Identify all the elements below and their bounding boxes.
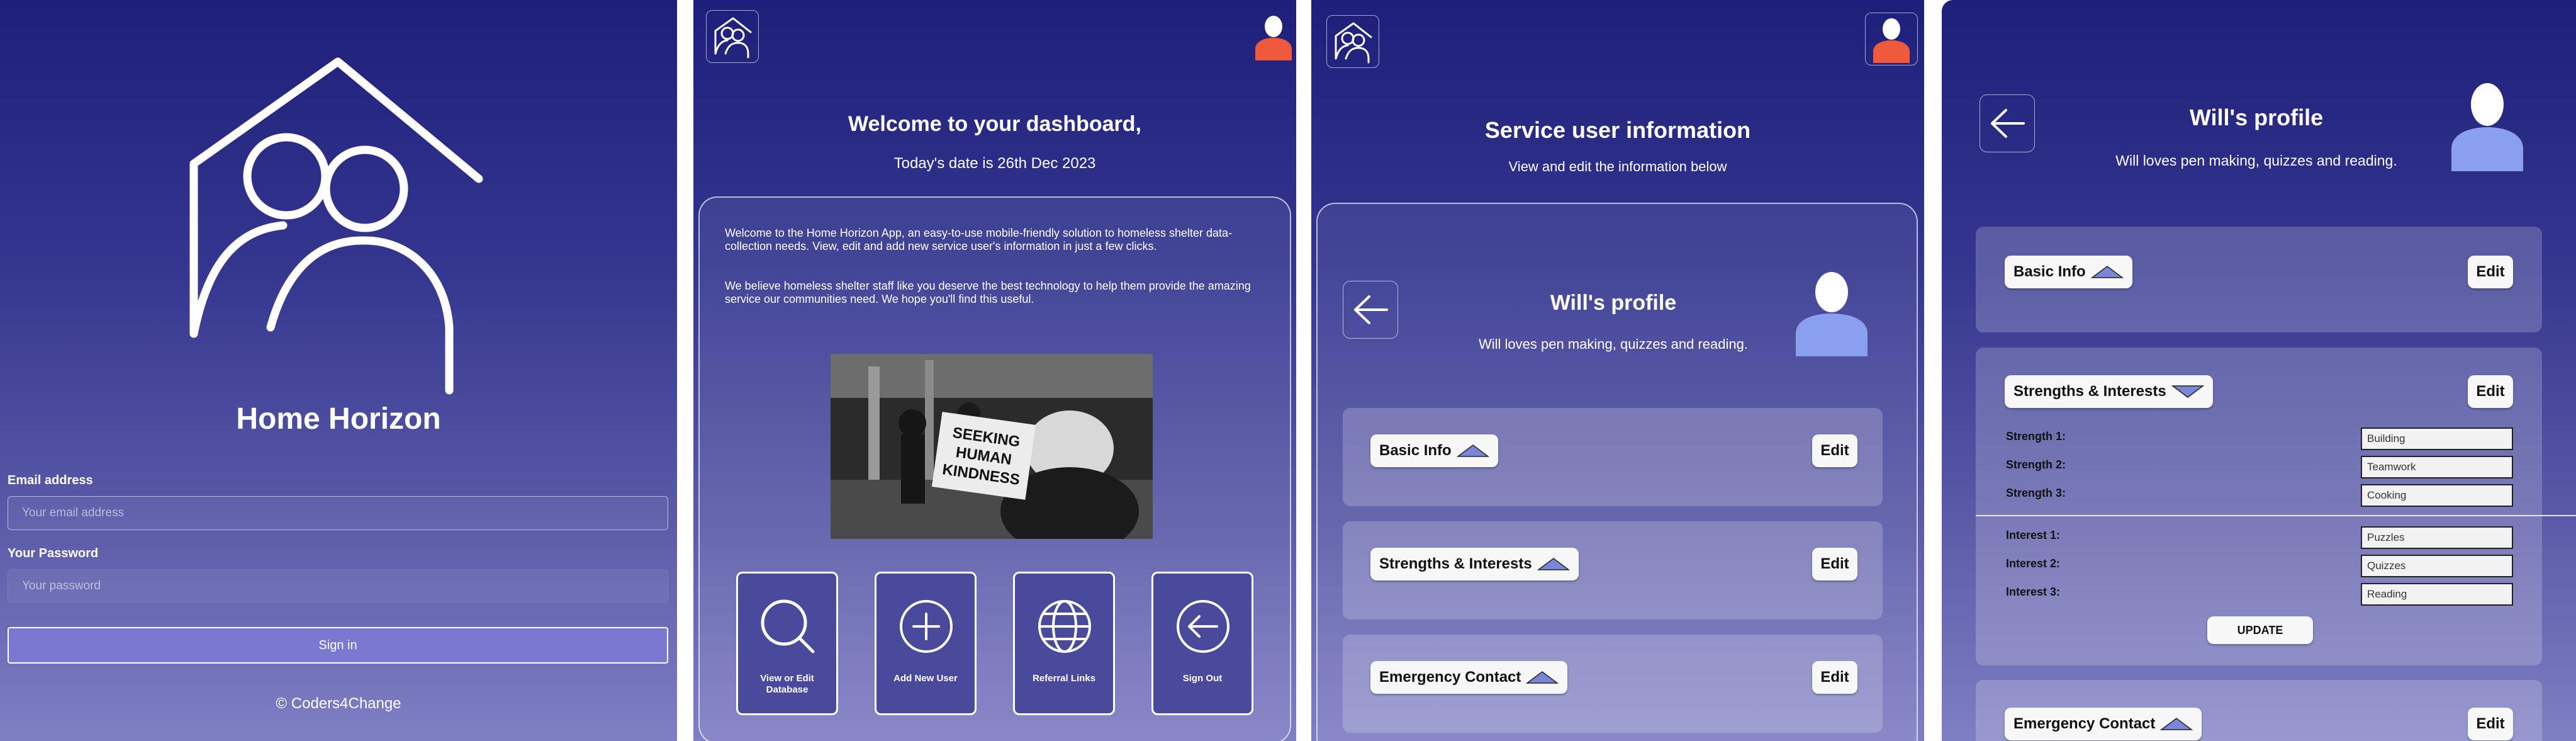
emergency-contact-toggle[interactable]: Emergency Contact [2005,708,2202,740]
date-line: Today's date is 26th Dec 2023 [893,155,1096,172]
edit-basic-info-button[interactable]: Edit [2468,256,2513,288]
user-avatar-icon[interactable] [1247,10,1296,63]
strengths-interests-toggle[interactable]: Strengths & Interests [2005,375,2213,408]
interest-3-label: Interest 3: [2006,585,2061,598]
home-horizon-logo-icon [189,57,483,395]
globe-icon [1038,600,1091,653]
interest-2-input[interactable] [2361,555,2513,577]
service-user-info-screen: Service user information View and edit t… [1311,0,1924,741]
arrow-left-icon [1354,295,1388,324]
email-label: Email address [8,473,93,487]
back-button[interactable] [1343,281,1398,339]
search-icon [761,599,815,653]
back-button[interactable] [1980,94,2035,152]
user-avatar-icon[interactable] [1865,13,1918,65]
strength-1-input[interactable] [2361,427,2513,450]
tile-add-new-user[interactable]: Add New User [875,572,977,715]
profile-subtitle: Will loves pen making, quizzes and readi… [2115,152,2397,169]
intro-paragraph-2: We believe homeless shelter staff like y… [725,280,1251,305]
section-label: Basic Info [1379,442,1452,459]
edit-strengths-button[interactable]: Edit [1812,548,1857,580]
section-label: Emergency Contact [1379,669,1521,686]
password-input[interactable] [8,569,668,603]
divider [1976,515,2576,516]
tile-label: Sign Out [1182,673,1223,684]
edit-basic-info-button[interactable]: Edit [1812,434,1857,467]
update-button[interactable]: UPDATE [2207,616,2313,644]
section-label: Basic Info [2013,263,2086,280]
basic-info-toggle[interactable]: Basic Info [2005,256,2132,288]
profile-avatar-icon [1796,272,1868,356]
intro-paragraph-1: Welcome to the Home Horizon App, an easy… [725,227,1233,252]
homeless-man-photo: SEEKING HUMAN KINDNESS [831,354,1153,539]
strength-2-label: Strength 2: [2006,458,2066,471]
home-logo-icon[interactable] [706,10,759,63]
dashboard-screen: Welcome to your dashboard, Today's date … [693,0,1296,741]
triangle-up-icon [1526,671,1559,684]
page-title: Service user information [1484,117,1751,143]
email-input[interactable] [8,496,668,530]
home-logo-icon[interactable] [1326,15,1379,68]
profile-title: Will's profile [1550,291,1677,315]
profile-avatar-icon [2451,83,2523,171]
triangle-up-icon [2090,266,2124,278]
interest-2-label: Interest 2: [2006,557,2061,570]
edit-emergency-button[interactable]: Edit [1812,661,1857,694]
arrow-left-circle-icon [1177,600,1229,653]
interest-1-input[interactable] [2361,526,2513,549]
edit-emergency-button[interactable]: Edit [2468,708,2513,740]
login-screen: Home Horizon Email address Your Password… [0,0,677,741]
tile-sign-out[interactable]: Sign Out [1151,572,1253,715]
triangle-down-icon [2171,385,2204,398]
sign-in-button[interactable]: Sign in [8,627,668,664]
tile-label: Add New User [893,673,958,684]
tile-referral-links[interactable]: Referral Links [1013,572,1115,715]
section-label: Emergency Contact [2013,715,2156,732]
strength-3-label: Strength 3: [2006,487,2066,499]
plus-circle-icon [900,600,953,653]
tile-view-edit-database[interactable]: View or Edit Database [736,572,838,715]
profile-subtitle: Will loves pen making, quizzes and readi… [1478,336,1748,352]
strength-1-label: Strength 1: [2006,430,2066,443]
tile-label: View or Edit Database [760,673,814,695]
page-title: Welcome to your dashboard, [848,112,1141,136]
arrow-left-icon [1991,109,2025,138]
strength-3-input[interactable] [2361,484,2513,507]
section-label: Strengths & Interests [2013,383,2166,400]
app-name: Home Horizon [236,402,441,436]
triangle-up-icon [1456,444,1489,457]
tile-label: Referral Links [1032,673,1096,684]
password-label: Your Password [8,546,99,560]
triangle-up-icon [2160,718,2193,730]
interest-1-label: Interest 1: [2006,529,2061,541]
basic-info-toggle[interactable]: Basic Info [1370,434,1498,467]
emergency-contact-toggle[interactable]: Emergency Contact [1370,661,1568,694]
strengths-interests-toggle[interactable]: Strengths & Interests [1370,548,1579,580]
triangle-up-icon [1537,558,1570,570]
strength-2-input[interactable] [2361,456,2513,478]
interest-3-input[interactable] [2361,583,2513,606]
profile-title: Will's profile [2189,105,2324,130]
section-label: Strengths & Interests [1379,555,1532,572]
footer-copyright: © Coders4Change [276,695,401,712]
edit-strengths-button[interactable]: Edit [2468,375,2513,408]
page-subtitle: View and edit the information below [1508,159,1727,174]
